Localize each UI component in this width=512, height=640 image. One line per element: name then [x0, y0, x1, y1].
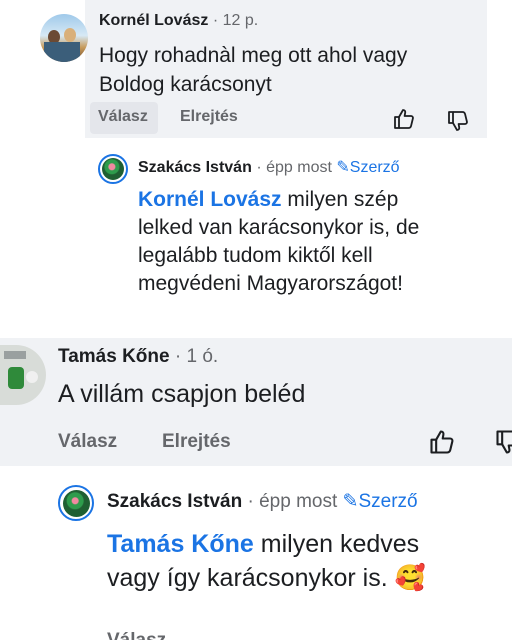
reply-button[interactable]: Válasz: [98, 108, 148, 126]
comment-text: A villám csapjon beléd: [58, 380, 306, 408]
reply-button[interactable]: Válasz: [58, 431, 117, 453]
avatar[interactable]: [58, 485, 94, 521]
mention-link[interactable]: Kornél Lovász: [138, 188, 282, 211]
separator: ·: [247, 491, 254, 512]
comment-text: Hogy rohadnàl meg ott ahol vagy Boldog k…: [99, 44, 408, 96]
author-badge: ✎Szerző: [342, 491, 418, 512]
commenter-name[interactable]: Szakács István: [138, 159, 252, 176]
timestamp[interactable]: épp most: [266, 159, 332, 176]
commenter-name[interactable]: Tamás Kőne: [58, 346, 170, 367]
thumbs-down-icon[interactable]: [446, 109, 470, 133]
thumbs-down-icon[interactable]: [494, 428, 512, 456]
reply-button-cut[interactable]: Válasz: [107, 630, 166, 640]
avatar[interactable]: [98, 154, 128, 184]
commenter-name[interactable]: Kornél Lovász: [99, 12, 208, 29]
reply-text: Kornél Lovász milyen szép lelked van kar…: [138, 188, 420, 295]
timestamp[interactable]: 12 p.: [223, 12, 259, 29]
separator: ·: [212, 12, 219, 29]
reply-text: Tamás Kőne milyen kedves vagy így karács…: [107, 530, 426, 592]
author-badge: ✎Szerző: [336, 159, 400, 176]
timestamp[interactable]: épp most: [259, 491, 337, 512]
hide-button[interactable]: Elrejtés: [180, 108, 238, 126]
pencil-icon: ✎: [336, 159, 350, 176]
thumbs-up-icon[interactable]: [428, 428, 456, 456]
separator: ·: [256, 159, 262, 176]
pencil-icon: ✎: [342, 491, 359, 512]
separator: ·: [174, 346, 182, 367]
timestamp[interactable]: 1 ó.: [186, 346, 218, 367]
mention-link[interactable]: Tamás Kőne: [107, 530, 254, 558]
hide-button[interactable]: Elrejtés: [162, 431, 231, 453]
commenter-name[interactable]: Szakács István: [107, 491, 242, 512]
avatar[interactable]: [40, 14, 88, 62]
thumbs-up-icon[interactable]: [392, 107, 416, 131]
smiling-face-with-hearts-emoji: 🥰: [394, 564, 426, 592]
